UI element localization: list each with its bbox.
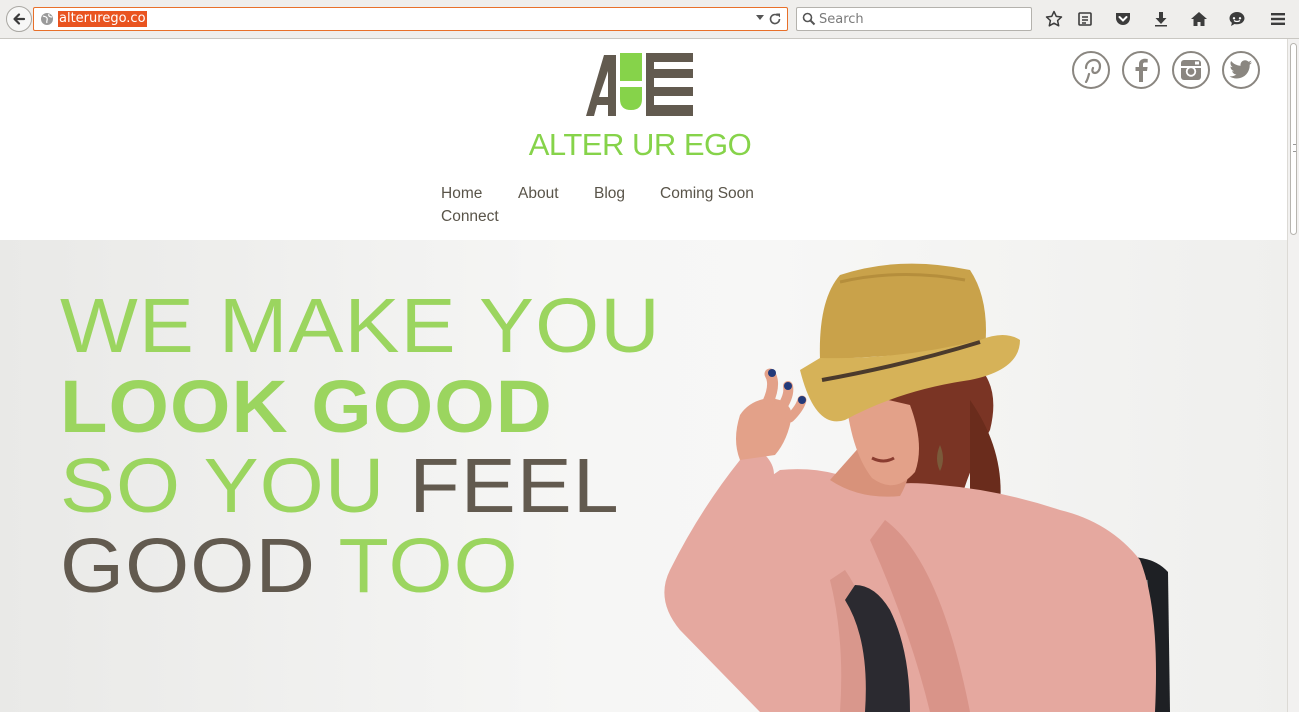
hero-line-4-dark: GOOD [60, 523, 317, 609]
download-icon[interactable] [1150, 8, 1172, 30]
facebook-icon[interactable] [1122, 51, 1160, 89]
pocket-icon[interactable] [1112, 8, 1134, 30]
hero-line-3: SO YOU FEEL [60, 448, 620, 525]
scrollbar-thumb[interactable] [1290, 43, 1297, 235]
back-arrow-icon [13, 13, 26, 25]
bookmark-star-icon[interactable] [1043, 8, 1065, 30]
browser-toolbar: alterurego.co [0, 0, 1299, 39]
reload-icon[interactable] [768, 12, 782, 26]
chevron-down-icon[interactable] [755, 14, 765, 22]
hero-line-2: LOOK GOOD [60, 365, 553, 448]
hero-line-4: GOOD TOO [60, 528, 519, 605]
search-bar[interactable] [796, 7, 1032, 31]
hero-line-3-dark: FEEL [409, 443, 620, 529]
pinterest-icon[interactable] [1072, 51, 1110, 89]
search-icon [802, 12, 816, 26]
url-bar[interactable]: alterurego.co [33, 7, 788, 31]
twitter-icon[interactable] [1222, 51, 1260, 89]
menu-icon[interactable] [1267, 8, 1289, 30]
url-text[interactable]: alterurego.co [58, 11, 147, 27]
instagram-icon[interactable] [1172, 51, 1210, 89]
hero-line-4-green: TOO [338, 523, 519, 609]
scrollbar[interactable] [1287, 39, 1299, 712]
reading-list-icon[interactable] [1074, 8, 1096, 30]
nav-connect[interactable]: Connect [441, 208, 499, 226]
back-button[interactable] [6, 6, 32, 32]
brand-name[interactable]: ALTER UR EGO [480, 127, 800, 163]
web-page: ALTER UR EGO Home About Blog Coming Soon… [0, 39, 1287, 712]
hero-photo [664, 263, 1170, 712]
scroll-grip-icon [1293, 144, 1296, 152]
globe-icon [41, 13, 53, 25]
search-input[interactable] [819, 10, 1019, 28]
hero-line-3-green: SO YOU [60, 443, 386, 529]
nav-coming-soon[interactable]: Coming Soon [660, 185, 754, 203]
logo-mark[interactable] [586, 53, 694, 117]
nav-home[interactable]: Home [441, 185, 482, 203]
nav-blog[interactable]: Blog [594, 185, 625, 203]
hero-line-1: WE MAKE YOU [60, 283, 661, 369]
hero-banner: WE MAKE YOU LOOK GOOD SO YOU FEEL GOOD T… [0, 240, 1287, 712]
nav-about[interactable]: About [518, 185, 559, 203]
home-icon[interactable] [1188, 8, 1210, 30]
chat-icon[interactable] [1226, 8, 1248, 30]
